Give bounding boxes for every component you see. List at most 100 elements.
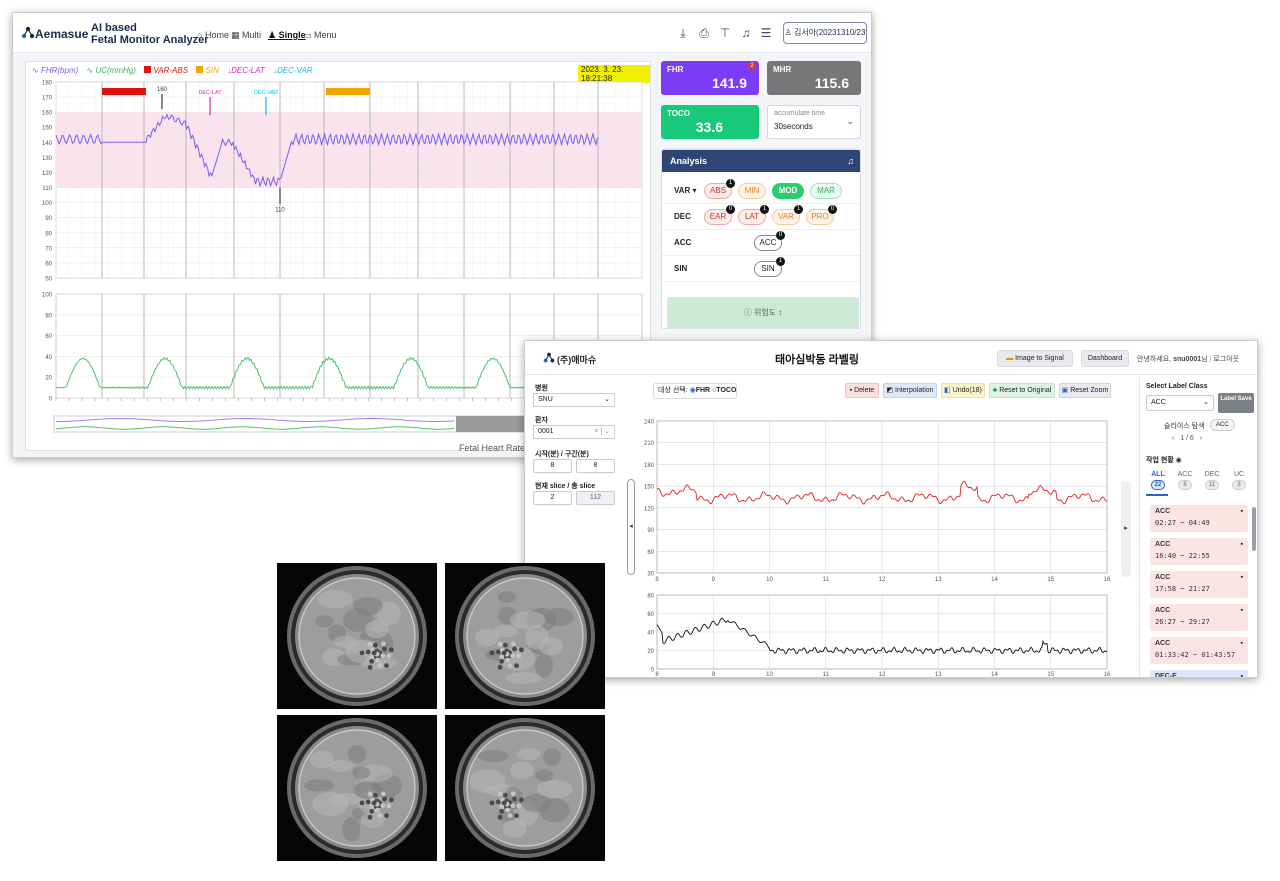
interpolation-button[interactable]: ◩ Interpolation xyxy=(883,383,937,398)
signal-charts[interactable]: 2402101801501209060308 9 10 11 12 13 14 15 16 80… xyxy=(621,405,1139,678)
dashboard-button[interactable]: Dashboard xyxy=(1081,350,1129,367)
label-card[interactable]: ACC 17:58 ~ 21:27 ▪ xyxy=(1150,571,1248,598)
slice-search-tag[interactable]: ACC xyxy=(1210,419,1235,431)
cell-texture xyxy=(469,769,506,794)
pill-dec-var[interactable]: VAR 1 xyxy=(772,205,803,225)
risk-button[interactable]: ⓘ 위험도 ↕ xyxy=(667,297,859,329)
range-input[interactable]: 8 xyxy=(576,459,615,473)
inner-cell-mass xyxy=(382,796,387,802)
y-tick-label: 240 xyxy=(644,420,655,426)
image-to-signal-button[interactable]: ▬ Image to Signal xyxy=(997,350,1073,367)
label-class-select[interactable]: ACC ⌄ xyxy=(1146,395,1214,411)
tab-acc[interactable]: ACC 8 xyxy=(1175,471,1195,490)
logout-link[interactable]: 로그아웃 xyxy=(1213,356,1239,363)
cell-texture xyxy=(535,769,554,782)
prev-page-icon[interactable]: ‹ xyxy=(1172,435,1174,442)
pill-var-abs[interactable]: ABS 1 xyxy=(704,179,735,199)
legend-fhr-label: FHR(bpm) xyxy=(40,66,79,75)
inner-cell-mass xyxy=(367,664,373,670)
tab-dec[interactable]: DEC 11 xyxy=(1202,471,1222,490)
target-label: 대상 선택: xyxy=(658,387,688,394)
label-card-range: 01:33:42 ~ 01:43:57 xyxy=(1155,651,1236,659)
bell-icon[interactable]: ♫ xyxy=(739,25,753,41)
list-scrollbar[interactable] xyxy=(1252,507,1256,551)
aemasue-logo-icon xyxy=(21,26,35,39)
current-slice-input[interactable]: 2 xyxy=(533,491,572,505)
label-card[interactable]: ACC 02:27 ~ 04:49 ▪ xyxy=(1150,505,1248,532)
label-card[interactable]: ACC 26:27 ~ 29:27 ▪ xyxy=(1150,604,1248,631)
x-tick-label: 14 xyxy=(991,577,998,583)
nav-home[interactable]: ⌂ Home xyxy=(197,30,229,40)
cell-texture xyxy=(502,819,527,838)
pill-dec-lat[interactable]: LAT 1 xyxy=(738,205,769,225)
label-card[interactable]: DEC-E ▪ xyxy=(1150,670,1248,677)
cell-texture xyxy=(304,779,335,792)
inner-cell-mass xyxy=(502,642,508,648)
label-card[interactable]: ACC 01:33:42 ~ 01:43:57 ▪ xyxy=(1150,637,1248,664)
inner-cell-mass xyxy=(516,653,522,659)
cell-texture xyxy=(312,791,349,816)
tab-label: DEC xyxy=(1204,471,1220,478)
reset-zoom-button[interactable]: ▣ Reset Zoom xyxy=(1059,383,1111,398)
hospital-label: 병원 xyxy=(535,385,548,392)
trash-icon[interactable]: ▪ xyxy=(1241,673,1243,677)
print-icon[interactable]: ⎙ xyxy=(697,25,711,41)
nav-single-label: Single xyxy=(278,30,306,40)
trash-icon[interactable]: ▪ xyxy=(1241,607,1243,614)
y-tick-label: 30 xyxy=(647,572,654,578)
monitor-icon[interactable]: ⊤ xyxy=(718,25,732,41)
tab-label: ALL xyxy=(1151,471,1165,478)
tab-count: 8 xyxy=(1178,480,1192,490)
pill-var-mar[interactable]: MAR xyxy=(810,183,842,199)
tab-uc[interactable]: UC 3 xyxy=(1229,471,1249,490)
toco-signal-chart[interactable]: 80 60 40 20 08 9 10 11 12 13 14 15 16 xyxy=(647,594,1111,678)
pill-var-min[interactable]: MIN xyxy=(738,183,766,199)
delete-button[interactable]: ▪ Delete xyxy=(845,383,879,398)
accumulate-time-select[interactable]: accumulate time 30seconds ⌄ xyxy=(767,105,861,139)
pill-label: SIN xyxy=(761,264,775,273)
inner-cell-mass xyxy=(372,792,378,798)
user-button[interactable]: ♙ 김서아(20231310/23 xyxy=(783,22,867,44)
nav-menu[interactable]: ▭ Menu xyxy=(303,30,337,41)
embryo-image xyxy=(277,563,437,709)
pill-label: MIN xyxy=(744,186,760,195)
start-input[interactable]: 8 xyxy=(533,459,572,473)
x-tick-label: 16 xyxy=(1104,577,1111,583)
download-icon[interactable]: ⤓ xyxy=(676,25,690,41)
tab-all[interactable]: ALL 22 xyxy=(1148,471,1168,490)
pill-sin[interactable]: SIN 1 xyxy=(754,257,785,277)
eye-icon[interactable]: ◉ xyxy=(1176,457,1182,464)
patient-value: 0001 xyxy=(538,428,554,435)
reset-original-button[interactable]: ♣ Reset to Original xyxy=(989,383,1055,398)
trash-icon[interactable]: ▪ xyxy=(1241,541,1243,548)
y-tick-label: 40 xyxy=(647,631,654,637)
fhr-signal-chart[interactable]: 240 210 180 150 120 90 60 308 9 10 11 12 13 14 15 16 xyxy=(644,420,1111,584)
pill-var-mod[interactable]: MOD xyxy=(772,183,804,199)
label-save-button[interactable]: Label Save xyxy=(1218,393,1254,413)
patient-select[interactable]: 0001 × | ⌄ xyxy=(533,425,615,439)
trash-icon[interactable]: ▪ xyxy=(1241,640,1243,647)
legend-dec-var-label: DEC-VAR xyxy=(276,66,313,75)
sin-marker xyxy=(326,88,370,95)
radio-fhr-label: FHR xyxy=(695,387,711,394)
trash-icon[interactable]: ▪ xyxy=(1241,574,1243,581)
collapse-right-handle[interactable]: ▸ xyxy=(1121,481,1131,577)
trash-icon[interactable]: ▪ xyxy=(1241,508,1243,515)
dec-var-annotation: DEC-VAR xyxy=(254,90,278,96)
undo-button[interactable]: ◧ Undo(18) xyxy=(941,383,985,398)
note-icon[interactable]: ☰ xyxy=(759,25,773,41)
pill-dec-pro[interactable]: PRO 0 xyxy=(806,205,837,225)
inner-cell-mass xyxy=(502,792,508,798)
label-card[interactable]: ACC 16:40 ~ 22:55 ▪ xyxy=(1150,538,1248,565)
hospital-select[interactable]: SNU ⌄ xyxy=(533,393,615,407)
pill-acc[interactable]: ACC 0 xyxy=(754,231,785,251)
nav-single[interactable]: ♟ Single xyxy=(268,30,306,41)
pill-dec-ear[interactable]: EAR 0 xyxy=(704,205,735,225)
next-page-icon[interactable]: › xyxy=(1200,435,1202,442)
tab-count: 11 xyxy=(1205,480,1219,490)
bell-icon[interactable]: ♫ xyxy=(847,150,854,172)
nav-multi[interactable]: ▦ Multi xyxy=(231,30,261,41)
cell-texture xyxy=(542,748,561,767)
x-tick-label: 9 xyxy=(712,577,716,583)
radio-toco-label: TOCO xyxy=(716,387,737,394)
